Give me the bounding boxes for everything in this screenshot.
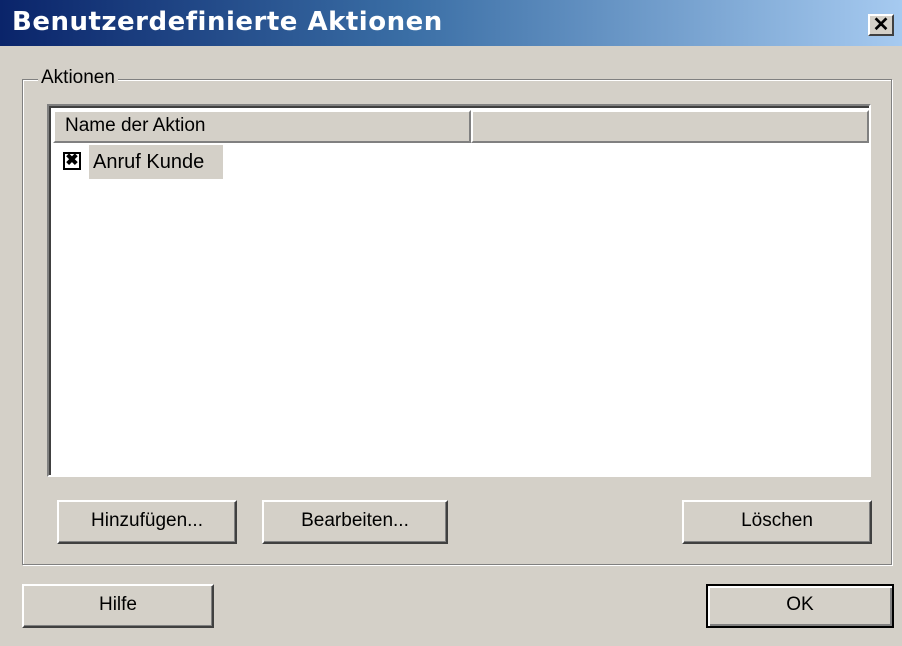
ok-button[interactable]: OK bbox=[706, 584, 894, 628]
actions-group-label: Aktionen bbox=[38, 67, 118, 89]
add-button[interactable]: Hinzufügen... bbox=[57, 500, 237, 544]
window-title: Benutzerdefinierte Aktionen bbox=[12, 7, 443, 37]
title-bar[interactable]: Benutzerdefinierte Aktionen ✕ bbox=[0, 0, 902, 46]
custom-actions-dialog: Benutzerdefinierte Aktionen ✕ Aktionen N… bbox=[0, 0, 902, 646]
action-checkbox[interactable]: ✖ bbox=[63, 152, 81, 170]
column-header-empty[interactable] bbox=[471, 110, 869, 143]
delete-button[interactable]: Löschen bbox=[682, 500, 872, 544]
column-header-action-name[interactable]: Name der Aktion bbox=[53, 110, 471, 143]
close-icon: ✕ bbox=[872, 14, 890, 36]
actions-list[interactable]: Name der Aktion ✖ Anruf Kunde bbox=[47, 104, 871, 477]
list-header: Name der Aktion bbox=[53, 110, 869, 143]
close-button[interactable]: ✕ bbox=[868, 14, 894, 36]
edit-button[interactable]: Bearbeiten... bbox=[262, 500, 448, 544]
action-name[interactable]: Anruf Kunde bbox=[89, 145, 223, 179]
help-button[interactable]: Hilfe bbox=[22, 584, 214, 628]
check-icon: ✖ bbox=[65, 152, 79, 169]
